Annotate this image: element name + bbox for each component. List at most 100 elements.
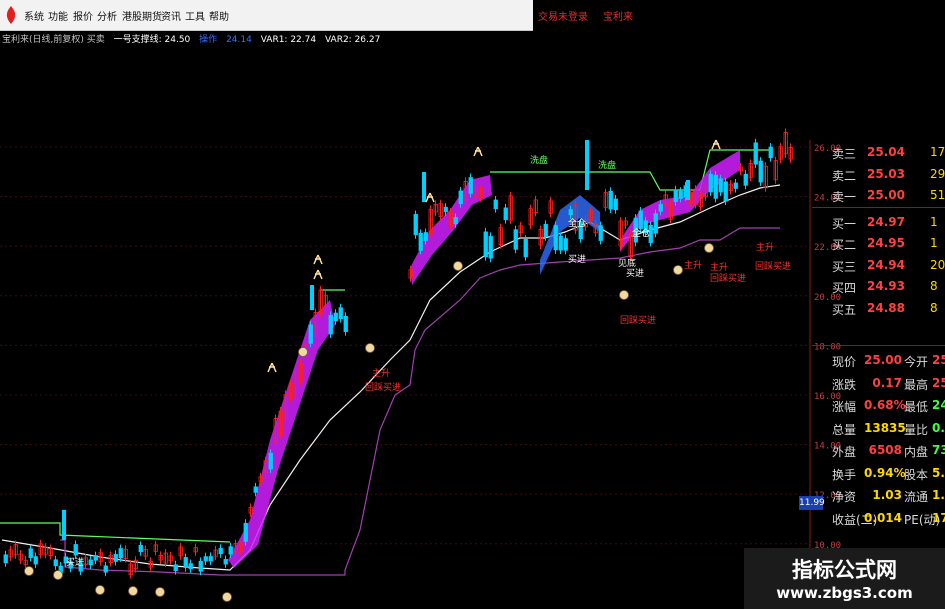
- stats-value: 1.47: [932, 488, 945, 502]
- orderbook-panel: 卖三 25.04 17 卖二 25.03 29 卖一 25.00 51 买一 24.97 1 买二 24.…: [812, 140, 945, 550]
- orderbook-volume: 29: [930, 166, 945, 181]
- stats-value: 0.68%: [864, 398, 906, 412]
- candle-body: [743, 173, 748, 186]
- menu-function[interactable]: 功能: [48, 8, 68, 23]
- candle-body: [718, 178, 723, 193]
- candle-body: [468, 177, 473, 194]
- support-label: 一号支撑线: 24.50: [113, 35, 191, 45]
- stats-row: 涨幅 0.68%最低24.7: [812, 395, 945, 417]
- stock-name-link[interactable]: 宝利来: [603, 8, 633, 23]
- orderbook-row: 买四 24.93 8: [812, 276, 945, 297]
- orderbook-price: 24.94: [867, 257, 905, 272]
- candle-body: [543, 223, 548, 238]
- candle-body: [608, 190, 613, 210]
- orderbook-price: 25.04: [867, 145, 905, 159]
- candle-body: [418, 232, 423, 251]
- orderbook-row: 卖二 25.03 29: [812, 164, 945, 185]
- chart-annotation: 主升: [372, 367, 390, 379]
- candle-body: [343, 315, 348, 333]
- candle-body: [88, 559, 93, 566]
- chart-annotation: 全仓: [632, 227, 650, 239]
- candle-body: [483, 231, 488, 258]
- stats-row: 收益(二)0.014PE(动)1782.: [812, 508, 945, 530]
- stats-value: 1782.: [932, 510, 945, 525]
- chart-annotation: 买进: [626, 268, 644, 279]
- candle-body: [113, 553, 118, 562]
- candle-body: [338, 307, 343, 320]
- stats-value: 25.0: [932, 353, 945, 367]
- candle-body: [686, 180, 690, 200]
- candle-body: [585, 140, 589, 190]
- coin-marker: [222, 592, 232, 602]
- stats-value: 5.54: [932, 465, 945, 480]
- stats-value: 24.7: [932, 398, 945, 412]
- candle-body: [713, 174, 718, 199]
- chart-annotation: 洗盘: [530, 154, 548, 166]
- pos-label: 操作: [199, 35, 218, 45]
- candle-body: [638, 210, 643, 229]
- price-chart[interactable]: 26.0024.0022.0020.0018.0016.0014.0012.00…: [0, 0, 945, 609]
- watermark-title: 指标公式网: [792, 558, 897, 582]
- resistance-line: [0, 522, 231, 543]
- person-marker: [267, 362, 277, 373]
- menu-system[interactable]: 系统: [24, 8, 44, 23]
- candle-body: [453, 217, 458, 225]
- candle-body: [413, 214, 418, 236]
- candle-body: [758, 160, 763, 183]
- stats-value: 1.03: [872, 488, 902, 502]
- stats-row: 总量 13835量比0.6: [812, 418, 945, 440]
- candle-body: [558, 235, 563, 251]
- trade-login-link[interactable]: 交易未登录: [538, 8, 588, 23]
- candle-body: [198, 560, 203, 572]
- orderbook-divider: [812, 207, 945, 208]
- candle-body: [203, 556, 208, 562]
- candle-body: [208, 556, 213, 562]
- menu-info[interactable]: 资讯: [161, 8, 181, 23]
- menu-analysis[interactable]: 分析: [97, 8, 117, 23]
- orderbook-row: 买三 24.94 20: [812, 255, 945, 276]
- stats-value: 0.014: [864, 510, 902, 525]
- stats-label: 外盘: [832, 445, 857, 459]
- stats-label: 换手: [832, 467, 857, 482]
- menu-tools[interactable]: 工具: [185, 8, 205, 23]
- stats-value: 25.0: [932, 375, 945, 390]
- orderbook-price: 24.93: [867, 279, 905, 293]
- candle-body: [653, 213, 658, 234]
- support-line-group: [60, 227, 780, 576]
- stats-label: 股本: [904, 467, 929, 482]
- candle-body: [723, 181, 728, 202]
- var1-label: VAR1: 22.74: [260, 35, 317, 45]
- menu-hk-futures[interactable]: 港股期货: [122, 8, 162, 23]
- candle-body: [443, 206, 448, 213]
- annotation-group: 洗盘 洗盘全仓全仓买进买进买进见底主升回踩买进主升回踩买进主升回踩买进主升回踩买进: [66, 154, 791, 568]
- candle-body: [103, 565, 108, 573]
- person-marker: [473, 146, 483, 157]
- candle-body: [218, 548, 223, 554]
- orderbook-row: 卖一 25.00 51: [812, 185, 945, 206]
- stats-label: 涨幅: [832, 400, 857, 414]
- coin-marker: [704, 243, 714, 253]
- stats-value: 0.6: [932, 420, 945, 435]
- coin-marker: [619, 290, 629, 300]
- candle-body: [493, 199, 498, 210]
- candle-body: [563, 238, 568, 251]
- candle-group: [3, 128, 793, 579]
- candle-body: [613, 198, 618, 211]
- candle-body: [93, 555, 98, 561]
- candle-body: [568, 209, 573, 216]
- menu-help[interactable]: 帮助: [209, 8, 229, 23]
- orderbook-price: 24.95: [867, 236, 905, 250]
- stats-label: 净资: [832, 490, 857, 504]
- candle-body: [268, 452, 273, 470]
- stats-label: 量比: [904, 422, 929, 437]
- candle-body: [62, 510, 66, 540]
- candle-body: [488, 236, 493, 259]
- stats-row: 涨跌 0.17最高25.0: [812, 373, 945, 395]
- menu-quote[interactable]: 报价: [73, 8, 93, 23]
- candle-body: [3, 554, 8, 564]
- candle-body: [733, 182, 738, 189]
- orderbook-row: 买一 24.97 1: [812, 212, 945, 233]
- candle-body: [118, 548, 123, 559]
- stats-label: 涨跌: [832, 377, 857, 392]
- orderbook-label: 买三: [832, 259, 857, 274]
